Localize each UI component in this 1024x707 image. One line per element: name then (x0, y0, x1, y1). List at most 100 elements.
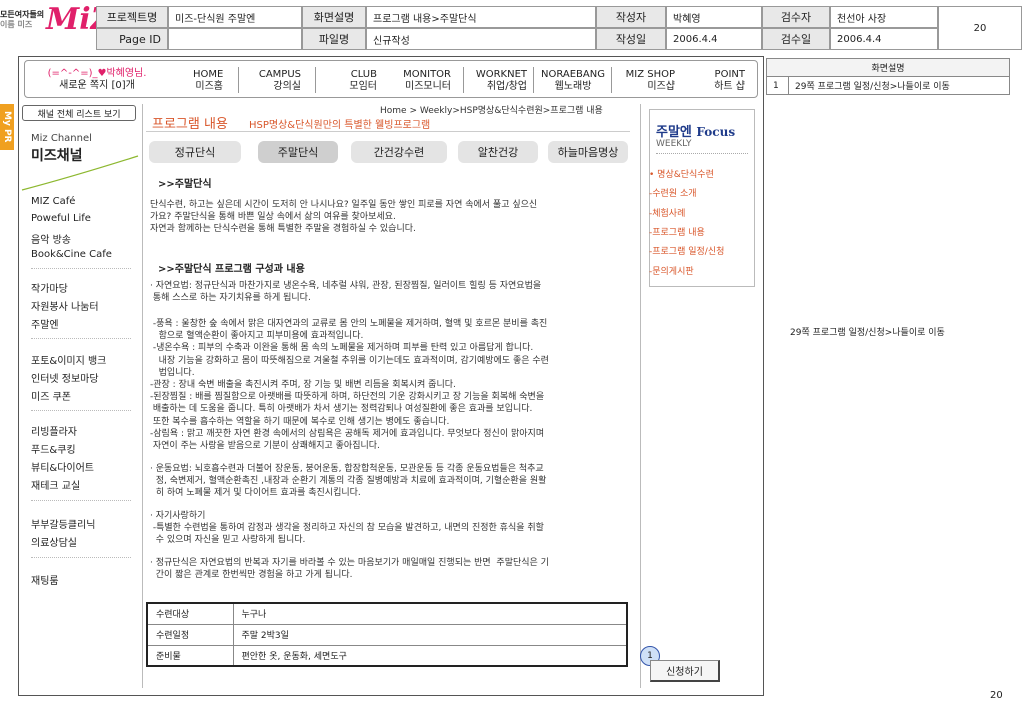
tab-regular-fasting[interactable]: 정규단식 (149, 141, 241, 163)
page-title: 프로그램 내용 (152, 117, 228, 132)
side-note: 29쪽 프로그램 일정/신청>나들이로 이동 (790, 328, 945, 338)
focus-link-experience[interactable]: -체험사례 (649, 206, 685, 219)
content-divider (142, 104, 143, 688)
review-date-value: 2006.4.4 (830, 28, 938, 50)
message-link[interactable]: 새로운 쪽지 [0]개 (37, 80, 157, 92)
tab-healthy[interactable]: 알찬건강 (458, 141, 538, 163)
nav-divider (611, 67, 612, 93)
table-cell-label: 준비물 (146, 644, 234, 667)
sidebar-item-weekend[interactable]: 주말엔 (31, 316, 59, 331)
table-row: 수련대상 누구나 (146, 602, 628, 625)
focus-link-inquiry[interactable]: -문의게시판 (649, 264, 694, 277)
focus-link-program[interactable]: -프로그램 내용 (649, 225, 705, 238)
mypr-tab[interactable]: My PR (0, 104, 14, 150)
sidebar-item-living-plaza[interactable]: 리빙플라자 (31, 423, 77, 438)
file-value: 신규작성 (366, 28, 596, 50)
description-header: 화면설명 (766, 58, 1010, 77)
focus-rule (656, 153, 748, 154)
sidebar-divider (31, 557, 131, 558)
page-subtitle: HSP명상&단식원만의 특별한 웰빙프로그램 (249, 120, 431, 131)
sidebar-item-internet-info[interactable]: 인터넷 정보마당 (31, 370, 99, 385)
review-date-label: 검수일 (762, 28, 830, 50)
sidebar-item-medical[interactable]: 의료상담실 (31, 534, 77, 549)
nav-divider (238, 67, 239, 93)
natural-therapy-paragraph: · 자연요법: 정규단식과 마찬가지로 냉온수욕, 네추럴 샤워, 관장, 된장… (150, 281, 542, 304)
user-greeting: (=^-^=)_♥박혜영님. (47, 68, 147, 79)
nav-noraebang[interactable]: NORAEBANG 웹노래방 (539, 69, 607, 93)
self-love-paragraph: · 자기사랑하기 -특별한 수련법을 통하여 감정과 생각을 정리하고 자신의 … (150, 511, 544, 546)
channel-title-en: Miz Channel (31, 133, 92, 144)
logo-caption: 모든여자들의 이름 미즈 (0, 10, 45, 29)
date-label: 작성일 (596, 28, 666, 50)
author-value: 박혜영 (666, 6, 762, 28)
sidebar-item-chatroom[interactable]: 재팅룸 (31, 572, 59, 587)
breadcrumb: Home > Weekly>HSP명상&단식수련원>프로그램 내용 (380, 106, 603, 116)
exercise-paragraph: · 운동요법: 뇌호흡수련과 더불어 장운동, 붕어운동, 합장합척운동, 모관… (150, 464, 547, 499)
focus-link-about[interactable]: -수련원 소개 (649, 186, 697, 199)
apply-button[interactable]: 신청하기 (650, 660, 720, 682)
sidebar-item-couple-clinic[interactable]: 부부갈등클리닉 (31, 516, 95, 531)
screen-value: 프로그램 내용>주말단식 (366, 6, 596, 28)
date-value: 2006.4.4 (666, 28, 762, 50)
focus-link-schedule[interactable]: -프로그램 일정/신청 (649, 244, 724, 257)
focus-weekly-label: WEEKLY (656, 139, 692, 149)
focus-title: 주말엔 Focus (656, 125, 736, 140)
focus-divider (640, 104, 641, 688)
section-heading-program: >>주말단식 프로그램 구성과 내용 (158, 264, 305, 275)
sidebar-item-writers[interactable]: 작가마당 (31, 280, 68, 295)
description-row-text: 29쪽 프로그램 일정/신청>나들이로 이동 (788, 76, 1010, 95)
sidebar-divider (31, 338, 131, 339)
focus-link-meditation[interactable]: • 명상&단식수련 (649, 167, 714, 180)
page-number-cell: 20 (938, 6, 1022, 50)
author-label: 작성자 (596, 6, 666, 28)
sidebar-item-volunteer[interactable]: 자원봉사 나눔터 (31, 298, 99, 313)
summary-paragraph: · 정규단식은 자연요법의 반복과 자기를 바라볼 수 있는 마음보기가 매일매… (150, 558, 549, 581)
sidebar-item-miz-cafe[interactable]: MIZ Café (31, 196, 75, 207)
sidebar-item-food-cooking[interactable]: 푸드&쿠킹 (31, 441, 76, 456)
project-value: 미즈-단식원 주말엔 (168, 6, 302, 28)
sidebar-item-beauty-diet[interactable]: 뷰티&다이어트 (31, 459, 94, 474)
channel-list-button[interactable]: 채널 전체 리스트 보기 (22, 105, 136, 121)
description-table: 화면설명 1 29쪽 프로그램 일정/신청>나들이로 이동 (766, 58, 1010, 95)
table-row: 1 29쪽 프로그램 일정/신청>나들이로 이동 (766, 76, 1010, 95)
user-box: (=^-^=)_♥박혜영님. 새로운 쪽지 [0]개 (37, 68, 157, 92)
project-label: 프로젝트명 (96, 6, 168, 28)
sidebar-item-photo-bank[interactable]: 포토&이미지 뱅크 (31, 352, 106, 367)
nav-home[interactable]: HOME 미즈홈 (193, 69, 223, 93)
nav-worknet[interactable]: WORKNET 취업/창업 (471, 69, 527, 93)
nav-club[interactable]: CLUB 모임터 (329, 69, 377, 93)
sidebar-item-music[interactable]: 음악 방송 (31, 231, 71, 246)
table-cell-value: 누구나 (232, 602, 628, 625)
file-label: 파일명 (302, 28, 366, 50)
pageid-value (168, 28, 302, 50)
table-cell-value: 편안한 옷, 운동화, 세면도구 (232, 644, 628, 667)
table-row: 수련일정 주말 2박3일 (146, 623, 628, 646)
footer-page-number: 20 (990, 690, 1003, 701)
tab-weekend-fasting[interactable]: 주말단식 (258, 141, 338, 163)
reviewer-value: 천선아 사장 (830, 6, 938, 28)
sidebar-item-coupon[interactable]: 미즈 쿠폰 (31, 388, 71, 403)
pageid-label: Page ID (96, 28, 168, 50)
tab-liver-health[interactable]: 간건강수련 (351, 141, 447, 163)
decorative-swoosh (21, 155, 139, 191)
table-row: 준비물 편안한 옷, 운동화, 세면도구 (146, 644, 628, 667)
sidebar-item-powerful-life[interactable]: Poweful Life (31, 213, 91, 224)
nav-divider (533, 67, 534, 93)
tab-meditation[interactable]: 하늘마음명상 (548, 141, 628, 163)
table-cell-value: 주말 2박3일 (232, 623, 628, 646)
nav-campus[interactable]: CAMPUS 강의실 (253, 69, 301, 93)
intro-paragraph: 단식수련, 하고는 싶은데 시간이 도저히 안 나시나요? 일주일 동안 쌓인 … (150, 200, 538, 235)
section-heading-weekend: >>주말단식 (158, 179, 212, 190)
nav-point[interactable]: POINT 하트 샵 (687, 69, 745, 93)
sidebar-divider (31, 410, 131, 411)
top-navigation: (=^-^=)_♥박혜영님. 새로운 쪽지 [0]개 HOME 미즈홈 CAMPU… (24, 60, 758, 98)
title-rule (146, 131, 630, 132)
program-info-table: 수련대상 누구나 수련일정 주말 2박3일 준비물 편안한 옷, 운동화, 세면… (146, 602, 628, 667)
nav-monitor[interactable]: MONITOR 미즈모니터 (387, 69, 451, 93)
nav-mizshop[interactable]: MIZ SHOP 미즈샵 (617, 69, 675, 93)
sidebar-divider (31, 500, 131, 501)
sidebar-item-book-cine[interactable]: Book&Cine Cafe (31, 249, 112, 260)
screen-label: 화면설명 (302, 6, 366, 28)
sidebar-item-finance[interactable]: 재테크 교실 (31, 477, 80, 492)
nav-divider (463, 67, 464, 93)
